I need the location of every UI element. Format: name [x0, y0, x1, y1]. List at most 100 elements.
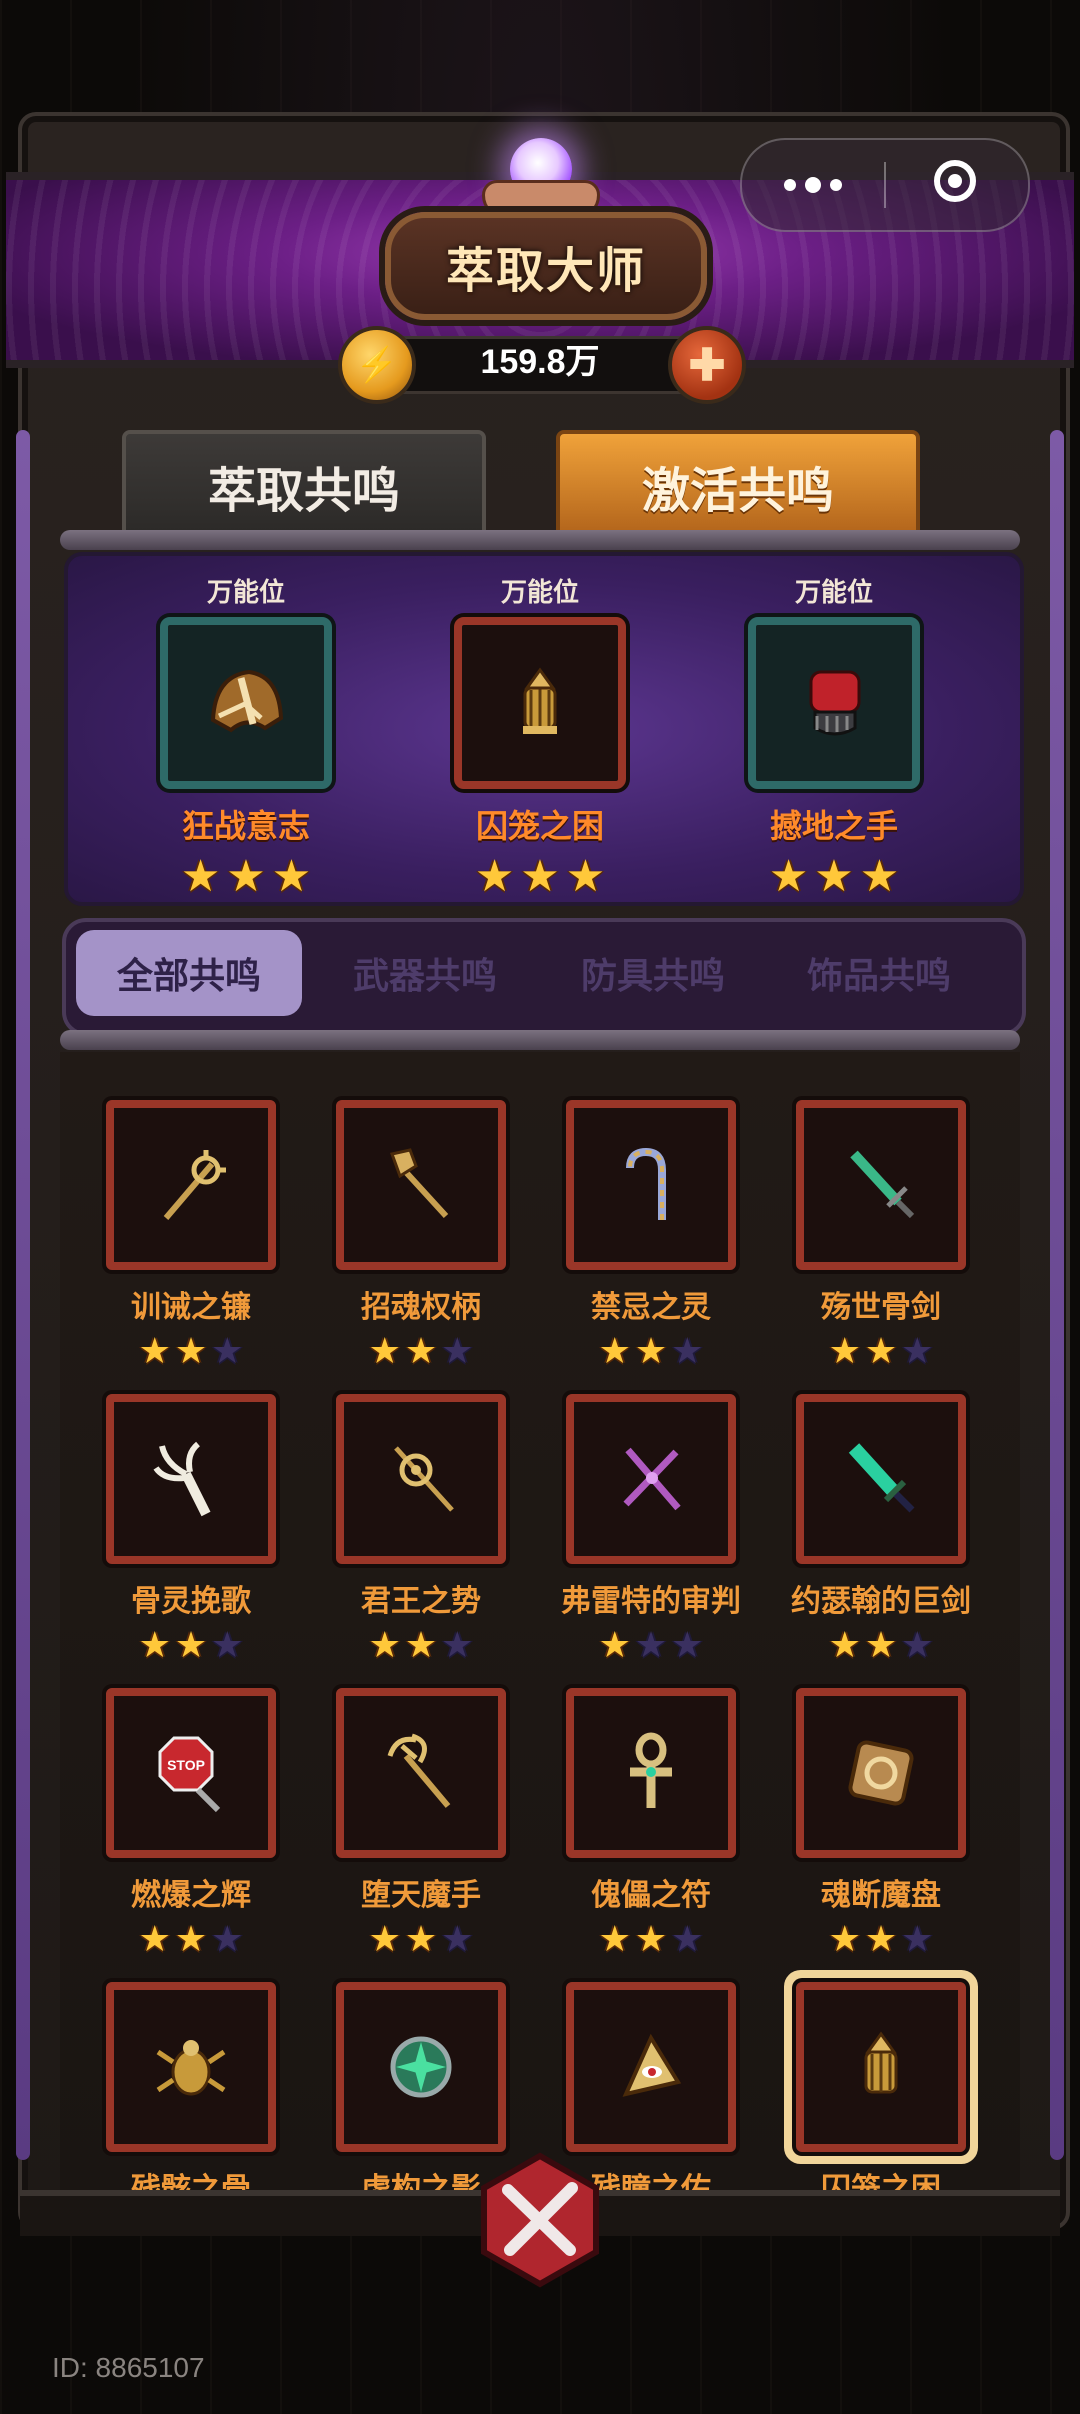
item-name: 骨灵挽歌 [131, 1585, 251, 1618]
star-icon: ★ [271, 852, 312, 901]
star-icon: ★ [768, 852, 809, 901]
user-id: ID: 8865107 [52, 2352, 205, 2383]
item-frame [106, 1394, 276, 1564]
star-icon: ★ [864, 1624, 898, 1665]
lantern-icon [864, 2031, 898, 2094]
add-currency-button[interactable]: ✚ [668, 326, 746, 404]
star-icon: ★ [211, 1624, 244, 1665]
star-icon: ★ [671, 1624, 704, 1665]
item-card[interactable]: STOP 燃爆之辉 ★ ★ ★ [86, 1688, 296, 1958]
item-name: 傀儡之符 [591, 1879, 711, 1912]
filter-all[interactable]: 全部共鸣 [76, 930, 302, 1016]
star-icon: ★ [828, 1624, 861, 1665]
item-card[interactable]: 堕天魔手 ★ ★ ★ [316, 1688, 526, 1958]
item-card[interactable]: 训诫之镰 ★ ★ ★ [86, 1100, 296, 1370]
star-icon: ★ [901, 1918, 934, 1959]
item-frame [336, 1688, 506, 1858]
star-rating: ★ ★ ★ [86, 1626, 296, 1664]
hand-scepter-icon [390, 1148, 449, 1219]
tab-extract-resonance[interactable]: 萃取共鸣 [122, 430, 486, 542]
filter-armor[interactable]: 防具共鸣 [540, 930, 766, 1016]
star-icon: ★ [226, 852, 266, 901]
star-icon: ★ [441, 1330, 474, 1371]
trident-icon [387, 1733, 451, 1808]
scarab-icon [156, 2040, 226, 2096]
item-card[interactable]: 囚笼之困 [776, 1982, 986, 2208]
close-target-icon[interactable] [934, 160, 976, 202]
star-icon: ★ [565, 852, 606, 901]
filter-weapon[interactable]: 武器共鸣 [312, 930, 538, 1016]
item-frame [106, 1982, 276, 2152]
filter-accessory[interactable]: 饰品共鸣 [766, 930, 992, 1016]
cross-spear-icon [623, 1447, 681, 1511]
star-icon: ★ [859, 852, 900, 901]
eye-pyramid-icon [622, 2033, 682, 2097]
item-card[interactable]: 殇世骨剑 ★ ★ ★ [776, 1100, 986, 1370]
star-rating: ★ ★ ★ [724, 855, 944, 899]
item-name: 燃爆之辉 [131, 1879, 251, 1912]
lantern-icon [523, 667, 557, 734]
star-icon: ★ [368, 1330, 401, 1371]
more-menu-button[interactable] [742, 140, 884, 230]
star-icon: ★ [814, 852, 854, 901]
star-rating: ★ ★ ★ [546, 1920, 756, 1958]
item-card[interactable]: 残骸之骨 [86, 1982, 296, 2208]
item-card[interactable]: 弗雷特的审判 ★ ★ ★ [546, 1394, 756, 1664]
star-rating: ★ ★ ★ [136, 855, 356, 899]
item-card[interactable]: 禁忌之灵 ★ ★ ★ [546, 1100, 756, 1370]
helmet-icon [210, 669, 284, 733]
item-name: 君王之势 [361, 1585, 481, 1618]
star-icon: ★ [634, 1624, 668, 1665]
star-icon: ★ [404, 1624, 438, 1665]
stop-sign-icon: STOP [158, 1736, 221, 1813]
left-rail [16, 430, 30, 2160]
item-card[interactable]: 骨灵挽歌 ★ ★ ★ [86, 1394, 296, 1664]
item-frame [796, 1394, 966, 1564]
star-icon: ★ [138, 1330, 171, 1371]
star-icon: ★ [520, 852, 560, 901]
star-icon: ★ [828, 1330, 861, 1371]
svg-text:STOP: STOP [167, 1757, 205, 1773]
bone-claw-icon [153, 1441, 211, 1517]
featured-slot[interactable]: 万能位 撼地之手 ★ ★ ★ [724, 572, 944, 899]
item-name: 招魂权柄 [361, 1291, 481, 1324]
star-icon: ★ [174, 1330, 208, 1371]
crossed-swords-emblem-icon[interactable] [470, 2150, 610, 2290]
item-name: 弗雷特的审判 [561, 1585, 741, 1618]
item-name: 训诫之镰 [131, 1291, 251, 1324]
slot-caption: 万能位 [500, 577, 579, 607]
star-icon: ★ [180, 852, 221, 901]
more-dots-icon [784, 179, 796, 191]
title-plate: 萃取大师 [385, 212, 707, 320]
star-icon: ★ [828, 1918, 861, 1959]
star-icon: ★ [671, 1330, 704, 1371]
star-rating: ★ ★ ★ [86, 1920, 296, 1958]
filter-divider [60, 1030, 1020, 1050]
jade-greatsword-icon [848, 1443, 915, 1513]
item-card[interactable]: 君王之势 ★ ★ ★ [316, 1394, 526, 1664]
featured-slot[interactable]: 万能位 狂战意志 ★ ★ ★ [136, 572, 356, 899]
item-frame [106, 1100, 276, 1270]
item-card[interactable]: 约瑟翰的巨剑 ★ ★ ★ [776, 1394, 986, 1664]
tab-activate-resonance[interactable]: 激活共鸣 [556, 430, 920, 542]
item-card[interactable]: 魂断魔盘 ★ ★ ★ [776, 1688, 986, 1958]
item-name: 堕天魔手 [361, 1879, 481, 1912]
item-frame [566, 1100, 736, 1270]
green-orb-icon [390, 2036, 452, 2098]
slot-name: 狂战意志 [181, 808, 310, 844]
item-card[interactable]: 招魂权柄 ★ ★ ★ [316, 1100, 526, 1370]
item-frame [566, 1982, 736, 2152]
star-icon: ★ [634, 1918, 668, 1959]
star-icon: ★ [864, 1918, 898, 1959]
item-card[interactable]: 傀儡之符 ★ ★ ★ [546, 1688, 756, 1958]
star-icon: ★ [211, 1918, 244, 1959]
star-icon: ★ [441, 1624, 474, 1665]
featured-slot[interactable]: 万能位 囚笼之困 ★ ★ ★ [430, 572, 650, 899]
star-icon: ★ [174, 1918, 208, 1959]
star-icon: ★ [901, 1330, 934, 1371]
slot-frame [160, 617, 332, 789]
star-icon: ★ [211, 1330, 244, 1371]
item-name: 禁忌之灵 [591, 1291, 711, 1324]
slot-frame [748, 617, 920, 789]
slot-frame [454, 617, 626, 789]
